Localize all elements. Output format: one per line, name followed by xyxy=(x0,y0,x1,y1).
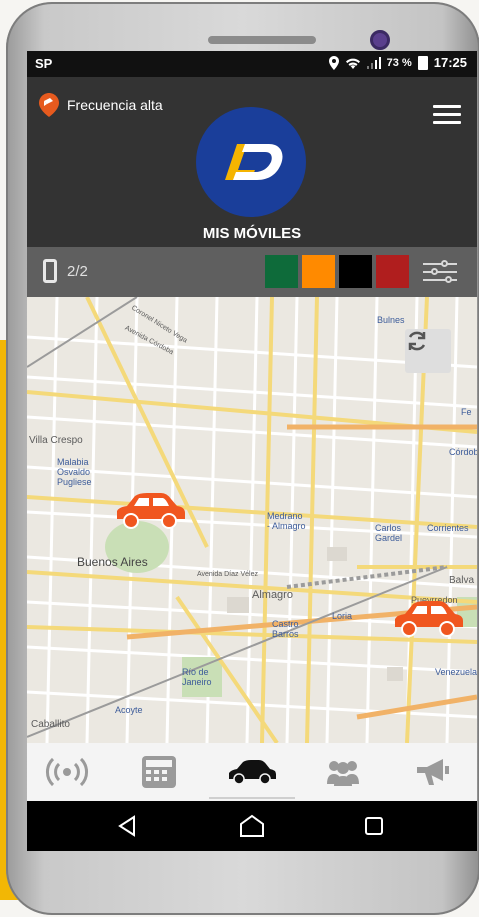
megaphone-icon xyxy=(417,759,449,785)
signal-icon xyxy=(46,757,88,787)
map-label-medrano: Medrano - Almagro xyxy=(267,511,306,531)
frequency-indicator[interactable]: Frecuencia alta xyxy=(39,93,163,117)
map-label-bulnes: Bulnes xyxy=(377,315,405,325)
mobile-device-icon xyxy=(43,259,57,283)
calculator-icon xyxy=(142,756,176,788)
nav-group[interactable] xyxy=(303,743,383,801)
filter-bar: 2/2 xyxy=(27,247,477,297)
nav-vehicles[interactable] xyxy=(212,743,292,801)
map-label-acoyte: Acoyte xyxy=(115,705,143,715)
wifi-icon xyxy=(345,58,360,69)
map-label-av-diaz-velez: Avenida Díaz Vélez xyxy=(197,571,258,578)
car-marker-icon xyxy=(395,601,463,637)
back-button[interactable] xyxy=(112,811,142,841)
recents-icon xyxy=(365,817,383,835)
car-marker-icon xyxy=(117,493,185,529)
android-navigation-bar xyxy=(27,801,477,851)
color-filter-red[interactable] xyxy=(376,255,409,288)
location-icon xyxy=(328,55,339,70)
map-label-carlos-gardel: Carlos Gardel xyxy=(375,523,403,543)
home-button[interactable] xyxy=(237,811,267,841)
nav-announcements[interactable] xyxy=(393,743,473,801)
vehicle-marker-1[interactable] xyxy=(113,491,187,531)
back-icon xyxy=(118,815,135,837)
frequency-label: Frecuencia alta xyxy=(67,97,163,113)
device-count: 2/2 xyxy=(67,263,88,280)
filter-settings-icon[interactable] xyxy=(423,259,457,285)
phone-speaker xyxy=(208,36,316,44)
frequency-pin-icon xyxy=(39,93,59,117)
color-filter-black[interactable] xyxy=(339,255,372,288)
logo-mark-icon xyxy=(225,144,283,180)
home-icon xyxy=(240,814,264,837)
map-label-villa-crespo: Villa Crespo xyxy=(29,435,83,446)
map-label-venezuela: Venezuela xyxy=(435,667,477,677)
map-label-balvanera: Balva xyxy=(449,575,475,586)
map-label-rio-de-janeiro: Río de Janeiro xyxy=(182,667,212,687)
color-filter-orange[interactable] xyxy=(302,255,335,288)
refresh-button[interactable] xyxy=(405,329,451,373)
page-title: MIS MÓVILES xyxy=(202,225,302,242)
map-label-castro-barros: Castro Barros xyxy=(272,619,299,639)
status-right: 73 % 17:25 xyxy=(328,55,467,70)
map-view[interactable]: Villa Crespo Malabia Osvaldo Pugliese Buen… xyxy=(27,297,477,743)
app-logo xyxy=(196,107,306,217)
nav-signal[interactable] xyxy=(27,743,107,801)
bottom-navigation xyxy=(27,743,477,801)
map-label-fe: Fe xyxy=(461,407,472,417)
car-icon xyxy=(229,760,276,785)
map-label-caballito: Caballito xyxy=(31,719,70,730)
recents-button[interactable] xyxy=(359,811,389,841)
clock: 17:25 xyxy=(433,55,467,70)
map-label-corrientes: Corrientes xyxy=(427,523,469,533)
phone-screen: SP 73 % 17:25 Frecuencia alta MIS MÓVILE… xyxy=(27,51,477,851)
vehicle-marker-2[interactable] xyxy=(391,599,465,639)
nav-calculator[interactable] xyxy=(119,743,199,801)
map-label-loria: Loria xyxy=(332,611,353,621)
group-icon xyxy=(327,761,359,786)
map-label-almagro: Almagro xyxy=(252,589,293,601)
carrier-label: SP xyxy=(35,56,53,71)
battery-icon xyxy=(417,55,428,70)
active-tab-indicator xyxy=(209,797,295,799)
app-header: Frecuencia alta MIS MÓVILES xyxy=(27,77,477,247)
phone-frame: SP 73 % 17:25 Frecuencia alta MIS MÓVILE… xyxy=(6,2,479,915)
signal-strength-icon xyxy=(366,56,381,69)
phone-camera xyxy=(370,30,390,50)
map-label-cordoba: Córdoba xyxy=(449,447,477,457)
color-filter-green[interactable] xyxy=(265,255,298,288)
status-bar: SP 73 % 17:25 xyxy=(27,51,477,77)
hamburger-menu-icon[interactable] xyxy=(433,105,461,125)
refresh-icon xyxy=(408,331,426,351)
battery-percent: 73 % xyxy=(386,56,412,69)
map-label-buenos-aires: Buenos Aires xyxy=(77,555,148,569)
map-label-malabia: Malabia Osvaldo Pugliese xyxy=(57,457,92,487)
